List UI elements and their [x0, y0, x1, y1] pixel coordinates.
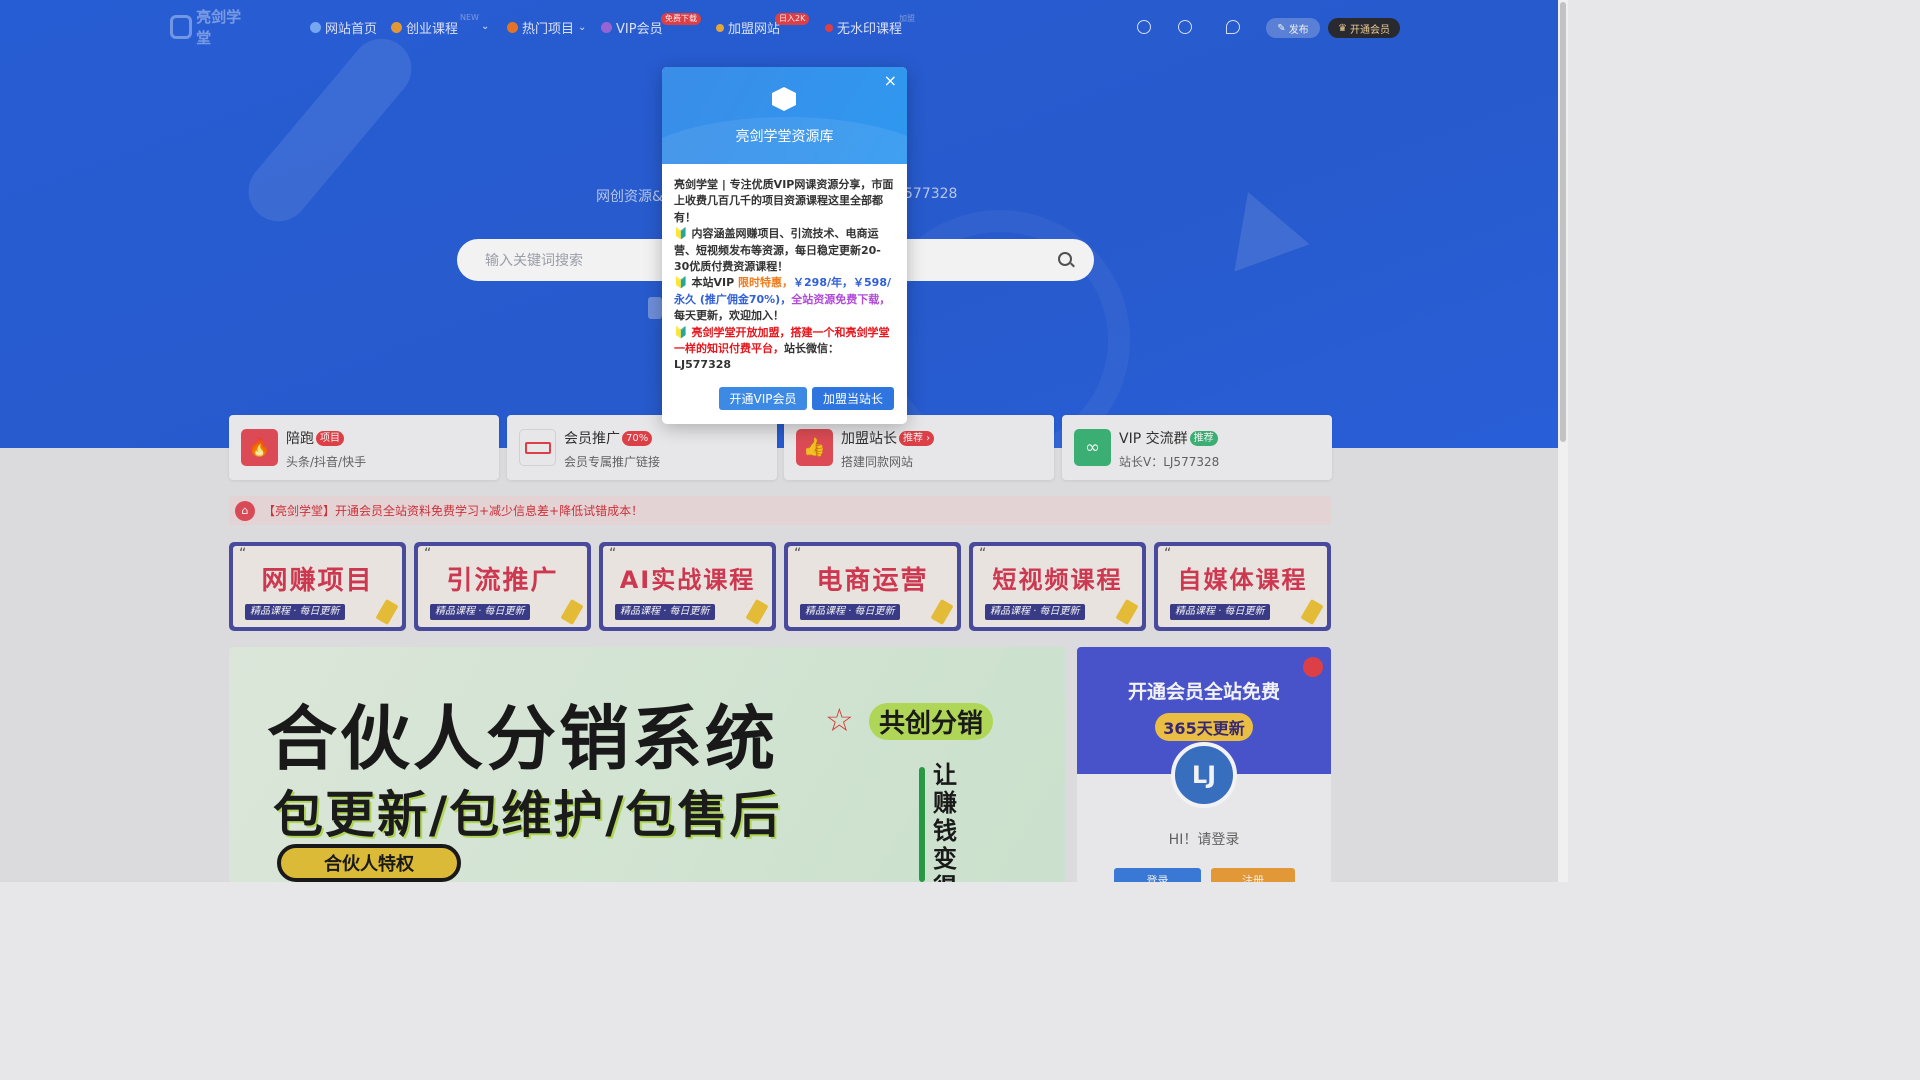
modal-text: 每天更新，欢迎加入！	[674, 309, 784, 323]
modal-paragraph: 亮剑学堂 | 专注优质VIP网课资源分享，市面上收费几百几千的项目资源课程这里全…	[674, 178, 894, 224]
scrollbar-thumb[interactable]	[1560, 2, 1566, 442]
modal-highlight: 限时特惠，	[738, 276, 794, 290]
open-vip-modal-button[interactable]: 开通VIP会员	[719, 387, 807, 410]
scrollbar[interactable]	[1558, 0, 1568, 882]
modal-header: 亮剑学堂资源库 ×	[662, 67, 907, 164]
modal-paragraph: 🔰 本站VIP 限时特惠，￥298/年，￥598/永久 (推广佣金70%)，全站…	[674, 275, 895, 324]
modal-title: 亮剑学堂资源库	[735, 129, 834, 145]
modal-text: 🔰 本站VIP	[674, 276, 739, 290]
modal-paragraph: 🔰 亮剑学堂开放加盟，搭建一个和亮剑学堂一样的知识付费平台，站长微信：LJ577…	[674, 325, 895, 374]
announcement-modal: 亮剑学堂资源库 × 亮剑学堂 | 专注优质VIP网课资源分享，市面上收费几百几千…	[662, 67, 907, 424]
modal-text: 🔰	[674, 325, 692, 339]
join-franchise-button[interactable]: 加盟当站长	[812, 387, 894, 410]
close-icon[interactable]: ×	[884, 73, 897, 89]
modal-paragraph: 🔰 内容涵盖网赚项目、引流技术、电商运营、短视频发布等资源，每日稳定更新20-3…	[674, 227, 881, 274]
modal-highlight: 全站资源免费下载，	[791, 292, 891, 306]
cube-icon	[772, 87, 796, 111]
modal-body: 亮剑学堂 | 专注优质VIP网课资源分享，市面上收费几百几千的项目资源课程这里全…	[674, 177, 895, 374]
modal-highlight: 亮剑学堂开放加盟，搭建一个和亮剑学堂一样的知识付费平台，	[674, 325, 890, 356]
